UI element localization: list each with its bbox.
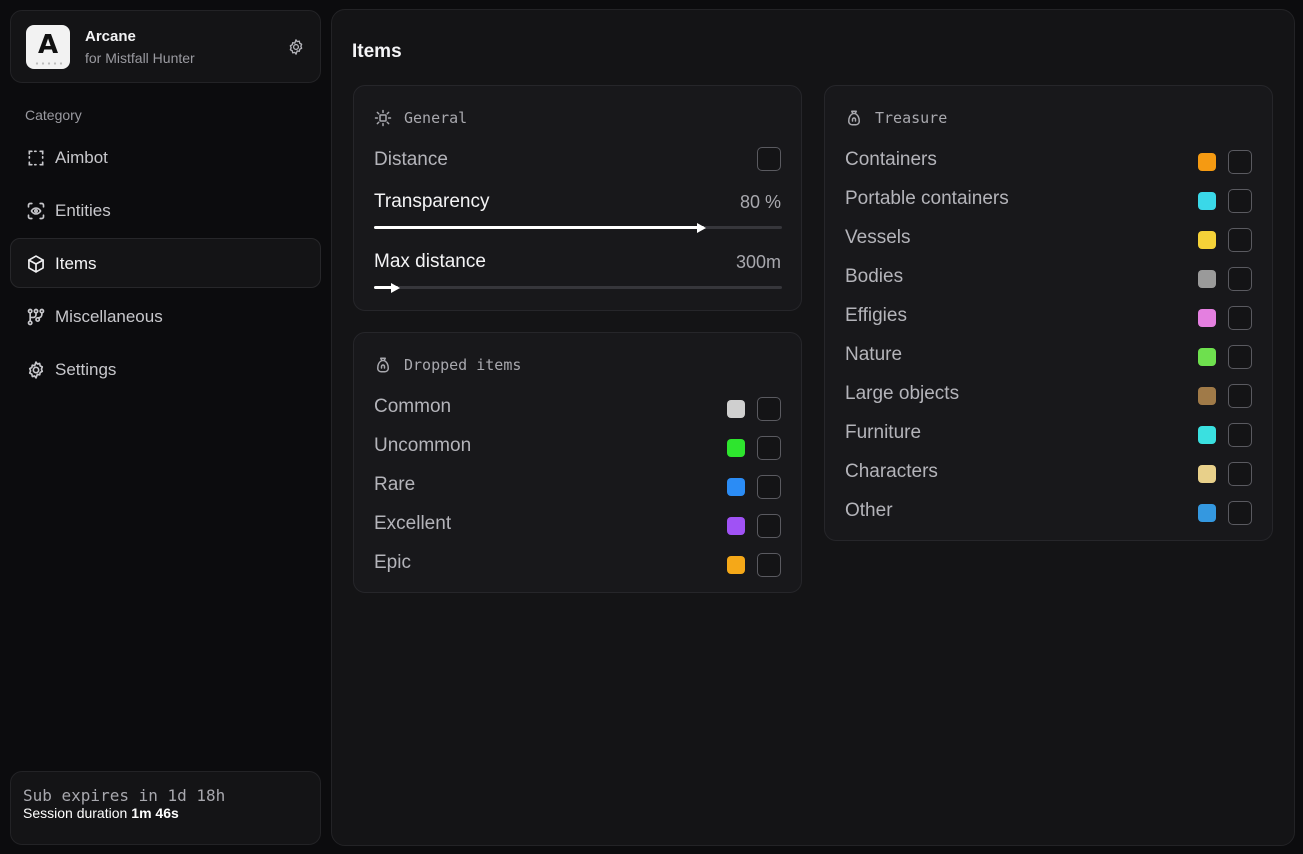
item-label: Uncommon <box>374 435 472 456</box>
max-distance-label: Max distance <box>374 251 486 272</box>
item-checkbox[interactable] <box>1228 501 1252 525</box>
slider-thumb[interactable] <box>391 283 400 293</box>
crosshair-frame-icon <box>28 150 44 166</box>
sidebar-item-miscellaneous[interactable]: Miscellaneous <box>10 291 321 341</box>
loot-bag-icon <box>848 110 860 126</box>
color-swatch[interactable] <box>1198 309 1216 327</box>
category-label: Category <box>25 107 82 123</box>
color-swatch[interactable] <box>1198 153 1216 171</box>
distance-label: Distance <box>374 149 448 170</box>
item-checkbox[interactable] <box>757 436 781 460</box>
app-name: Arcane <box>85 28 136 45</box>
color-swatch[interactable] <box>1198 348 1216 366</box>
app-logo: A <box>26 25 70 69</box>
color-swatch[interactable] <box>1198 231 1216 249</box>
color-swatch[interactable] <box>727 517 745 535</box>
item-label: Containers <box>845 149 937 170</box>
sidebar-item-label: Aimbot <box>55 148 108 167</box>
item-label: Effigies <box>845 305 907 326</box>
box-icon <box>28 255 44 273</box>
color-swatch[interactable] <box>727 400 745 418</box>
item-label: Excellent <box>374 513 452 534</box>
transparency-value: 80 % <box>739 192 781 212</box>
item-label: Furniture <box>845 422 922 443</box>
loot-bag-icon <box>377 357 389 373</box>
treasure-card: Treasure Containers Portable containers Ve… <box>824 85 1273 541</box>
item-checkbox[interactable] <box>757 475 781 499</box>
app-window: A Arcane for Mistfall Hunter Category Ai… <box>0 0 1303 854</box>
app-subtitle: for Mistfall Hunter <box>85 50 195 66</box>
transparency-slider[interactable] <box>374 221 782 235</box>
sub-expires-text: Sub expires in 1d 18h <box>23 786 226 805</box>
item-checkbox[interactable] <box>757 514 781 538</box>
color-swatch[interactable] <box>727 478 745 496</box>
sidebar-item-aimbot[interactable]: Aimbot <box>10 132 321 182</box>
distance-checkbox[interactable] <box>757 147 781 171</box>
card-title: General <box>404 109 468 127</box>
color-swatch[interactable] <box>1198 387 1216 405</box>
slider-track <box>374 286 782 289</box>
item-checkbox[interactable] <box>1228 306 1252 330</box>
item-checkbox[interactable] <box>757 397 781 421</box>
sidebar-item-label: Miscellaneous <box>55 307 163 326</box>
gear-icon <box>28 361 44 379</box>
item-checkbox[interactable] <box>1228 267 1252 291</box>
session-footer: Sub expires in 1d 18h Session duration 1m… <box>10 771 321 845</box>
slider-fill <box>374 226 704 229</box>
sidebar-item-label: Settings <box>55 360 117 379</box>
dropped-items-card: Dropped items Common Uncommon Rare Excellen… <box>353 332 802 593</box>
item-checkbox[interactable] <box>1228 150 1252 174</box>
sidebar-item-settings[interactable]: Settings <box>10 344 321 394</box>
session-duration-value: 1m 46s <box>131 805 179 821</box>
item-checkbox[interactable] <box>1228 423 1252 447</box>
main-panel: Items General Distance Transparency 80 %… <box>331 9 1295 846</box>
sidebar-item-entities[interactable]: Entities <box>10 185 321 235</box>
color-swatch[interactable] <box>1198 465 1216 483</box>
item-label: Epic <box>374 552 411 573</box>
color-swatch[interactable] <box>1198 270 1216 288</box>
sidebar-item-label: Items <box>55 254 97 273</box>
general-card: General Distance Transparency 80 % Max d… <box>353 85 802 311</box>
sidebar-item-label: Entities <box>55 201 111 220</box>
color-swatch[interactable] <box>727 556 745 574</box>
item-label: Common <box>374 396 452 417</box>
logo-dots <box>34 62 62 65</box>
card-title: Treasure <box>875 109 948 127</box>
slider-thumb[interactable] <box>697 223 706 233</box>
color-swatch[interactable] <box>727 439 745 457</box>
item-checkbox[interactable] <box>757 553 781 577</box>
max-distance-value: 300m <box>735 252 781 272</box>
transparency-label: Transparency <box>374 191 490 212</box>
focus-frame-icon <box>374 109 392 127</box>
max-distance-slider[interactable] <box>374 281 782 295</box>
item-checkbox[interactable] <box>1228 228 1252 252</box>
gear-icon[interactable] <box>287 38 305 56</box>
item-checkbox[interactable] <box>1228 345 1252 369</box>
page-title: Items <box>352 41 402 62</box>
session-duration-label: Session duration <box>23 805 128 821</box>
item-label: Rare <box>374 474 416 495</box>
item-label: Portable containers <box>845 188 1009 209</box>
item-checkbox[interactable] <box>1228 189 1252 213</box>
scan-eye-icon <box>27 202 45 220</box>
item-label: Vessels <box>845 227 911 248</box>
item-checkbox[interactable] <box>1228 384 1252 408</box>
item-checkbox[interactable] <box>1228 462 1252 486</box>
nodes-icon <box>27 308 45 326</box>
item-label: Large objects <box>845 383 960 404</box>
item-label: Other <box>845 500 893 521</box>
logo-letter: A <box>37 30 59 60</box>
sidebar: A Arcane for Mistfall Hunter Category Ai… <box>0 0 331 854</box>
color-swatch[interactable] <box>1198 426 1216 444</box>
color-swatch[interactable] <box>1198 192 1216 210</box>
item-label: Bodies <box>845 266 904 287</box>
sidebar-item-items[interactable]: Items <box>10 238 321 288</box>
item-label: Characters <box>845 461 938 482</box>
card-title: Dropped items <box>404 356 522 374</box>
item-label: Nature <box>845 344 903 365</box>
brand-card: A Arcane for Mistfall Hunter <box>10 10 321 83</box>
session-duration: Session duration 1m 46s <box>23 805 179 821</box>
color-swatch[interactable] <box>1198 504 1216 522</box>
